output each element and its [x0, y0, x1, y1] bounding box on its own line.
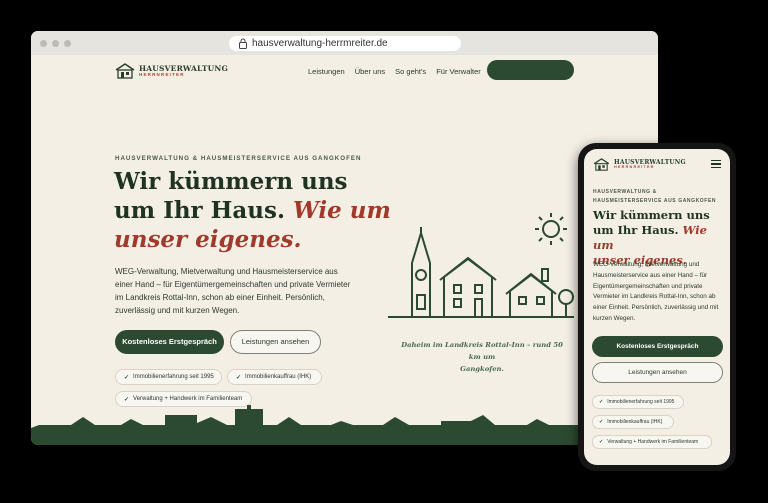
house-logo-icon: [593, 158, 610, 171]
chip-label: Immobilienerfahrung seit 1995: [607, 399, 675, 405]
brand-logo[interactable]: HAUSVERWALTUNG HERRNREITER: [115, 63, 228, 79]
mobile-hero-headline: Wir kümmern uns um Ihr Haus. Wie um unse…: [593, 208, 727, 268]
brand-subname: HERRNREITER: [614, 164, 655, 169]
mobile-hero-lead: WEG-Verwaltung, Mietverwaltung und Hausm…: [593, 261, 719, 322]
headline-accent: Wie um: [293, 197, 391, 224]
nav-item-fuer-verwalter[interactable]: Für Verwalter: [436, 67, 481, 76]
nav-item-so-gehts[interactable]: So geht's: [395, 67, 426, 76]
hero-lead: WEG-Verwaltung, Mietverwaltung und Hausm…: [115, 267, 351, 315]
chip-ihk: ✓ Immobilienkauffrau (IHK): [227, 369, 322, 385]
sun-icon: [535, 213, 567, 245]
headline-line-2: um Ihr Haus. Wie um: [593, 223, 727, 253]
chip-label: Immobilienerfahrung seit 1995: [133, 374, 214, 380]
desktop-browser-mockup: hausverwaltung-herrmreiter.de HAUSVERWAL…: [31, 31, 658, 445]
mobile-phone-mockup: HAUSVERWALTUNG HERRNREITER HAUSVERWALTUN…: [578, 143, 736, 471]
lock-icon: [239, 38, 247, 49]
headline-text: um Ihr Haus.: [114, 197, 285, 224]
url-text: hausverwaltung-herrmreiter.de: [252, 38, 388, 49]
check-icon: ✓: [236, 374, 242, 381]
window-dot-icon: [64, 40, 71, 47]
chip-label: Immobilienkauffrau (IHK): [607, 419, 663, 425]
chip-label: Immobilienkauffrau (IHK): [245, 374, 312, 380]
check-icon: ✓: [124, 396, 130, 403]
check-icon: ✓: [599, 399, 604, 405]
window-dot-icon: [52, 40, 59, 47]
map-caption: Daheim im Landkreis Rottal-Inn – rund 50…: [397, 339, 567, 375]
eyebrow-line-2: HAUSMEISTERSERVICE AUS GANGKOFEN: [593, 198, 717, 204]
services-button[interactable]: Leistungen ansehen: [230, 330, 321, 354]
check-icon: ✓: [599, 419, 604, 425]
chip-experience: ✓ Immobilienerfahrung seit 1995: [115, 369, 222, 385]
mobile-chip-family-team: ✓ Verwaltung + Handwerk im Familienteam: [592, 435, 712, 449]
mobile-chip-ihk: ✓ Immobilienkauffrau (IHK): [592, 415, 674, 429]
nav-item-ueber-uns[interactable]: Über uns: [355, 67, 385, 76]
header-cta-button[interactable]: Erstgespräch anfragen: [487, 60, 574, 80]
mobile-chip-experience: ✓ Immobilienerfahrung seit 1995: [592, 395, 684, 409]
chip-label: Verwaltung + Handwerk im Familienteam: [607, 439, 699, 445]
headline-text: um Ihr Haus.: [593, 223, 679, 237]
window-dot-icon: [40, 40, 47, 47]
hero-headline: Wir kümmern uns um Ihr Haus. Wie um unse…: [114, 167, 394, 254]
headline-line-1: Wir kümmern uns: [114, 168, 348, 195]
check-icon: ✓: [124, 374, 130, 381]
headline-line-2: um Ihr Haus. Wie um: [114, 196, 394, 225]
house-logo-icon: [115, 63, 135, 79]
headline-line-1: Wir kümmern uns: [593, 208, 710, 222]
village-illustration: [388, 213, 574, 318]
main-nav: Leistungen Über uns So geht's Für Verwal…: [308, 67, 491, 76]
brand-subname: HERRNREITER: [139, 71, 185, 77]
caption-line-1: Daheim im Landkreis Rottal-Inn – rund 50…: [401, 341, 563, 361]
mobile-hero-eyebrow: HAUSVERWALTUNG & HAUSMEISTERSERVICE AUS …: [593, 188, 716, 206]
nav-item-leistungen[interactable]: Leistungen: [308, 67, 345, 76]
consultation-button[interactable]: Kostenloses Erstgespräch: [115, 330, 224, 354]
address-bar[interactable]: hausverwaltung-herrmreiter.de: [229, 36, 461, 51]
mobile-consultation-button[interactable]: Kostenloses Erstgespräch: [592, 336, 723, 357]
town-skyline-silhouette: [31, 405, 658, 445]
eyebrow-line-1: HAUSVERWALTUNG &: [593, 189, 657, 195]
mobile-brand-logo[interactable]: HAUSVERWALTUNG HERRNREITER: [593, 158, 686, 171]
headline-accent-line: unser eigenes.: [114, 226, 302, 253]
chip-label: Verwaltung + Handwerk im Familienteam: [133, 396, 243, 402]
website-mobile: HAUSVERWALTUNG HERRNREITER HAUSVERWALTUN…: [584, 149, 730, 465]
check-icon: ✓: [599, 439, 604, 445]
caption-line-2: Gangkofen.: [460, 365, 504, 373]
website-desktop: HAUSVERWALTUNG HERRNREITER Leistungen Üb…: [31, 55, 658, 445]
hero-eyebrow: HAUSVERWALTUNG & HAUSMEISTERSERVICE AUS …: [115, 155, 362, 162]
menu-icon[interactable]: [711, 160, 721, 169]
browser-chrome: hausverwaltung-herrmreiter.de: [31, 31, 658, 55]
mobile-services-button[interactable]: Leistungen ansehen: [592, 362, 723, 383]
